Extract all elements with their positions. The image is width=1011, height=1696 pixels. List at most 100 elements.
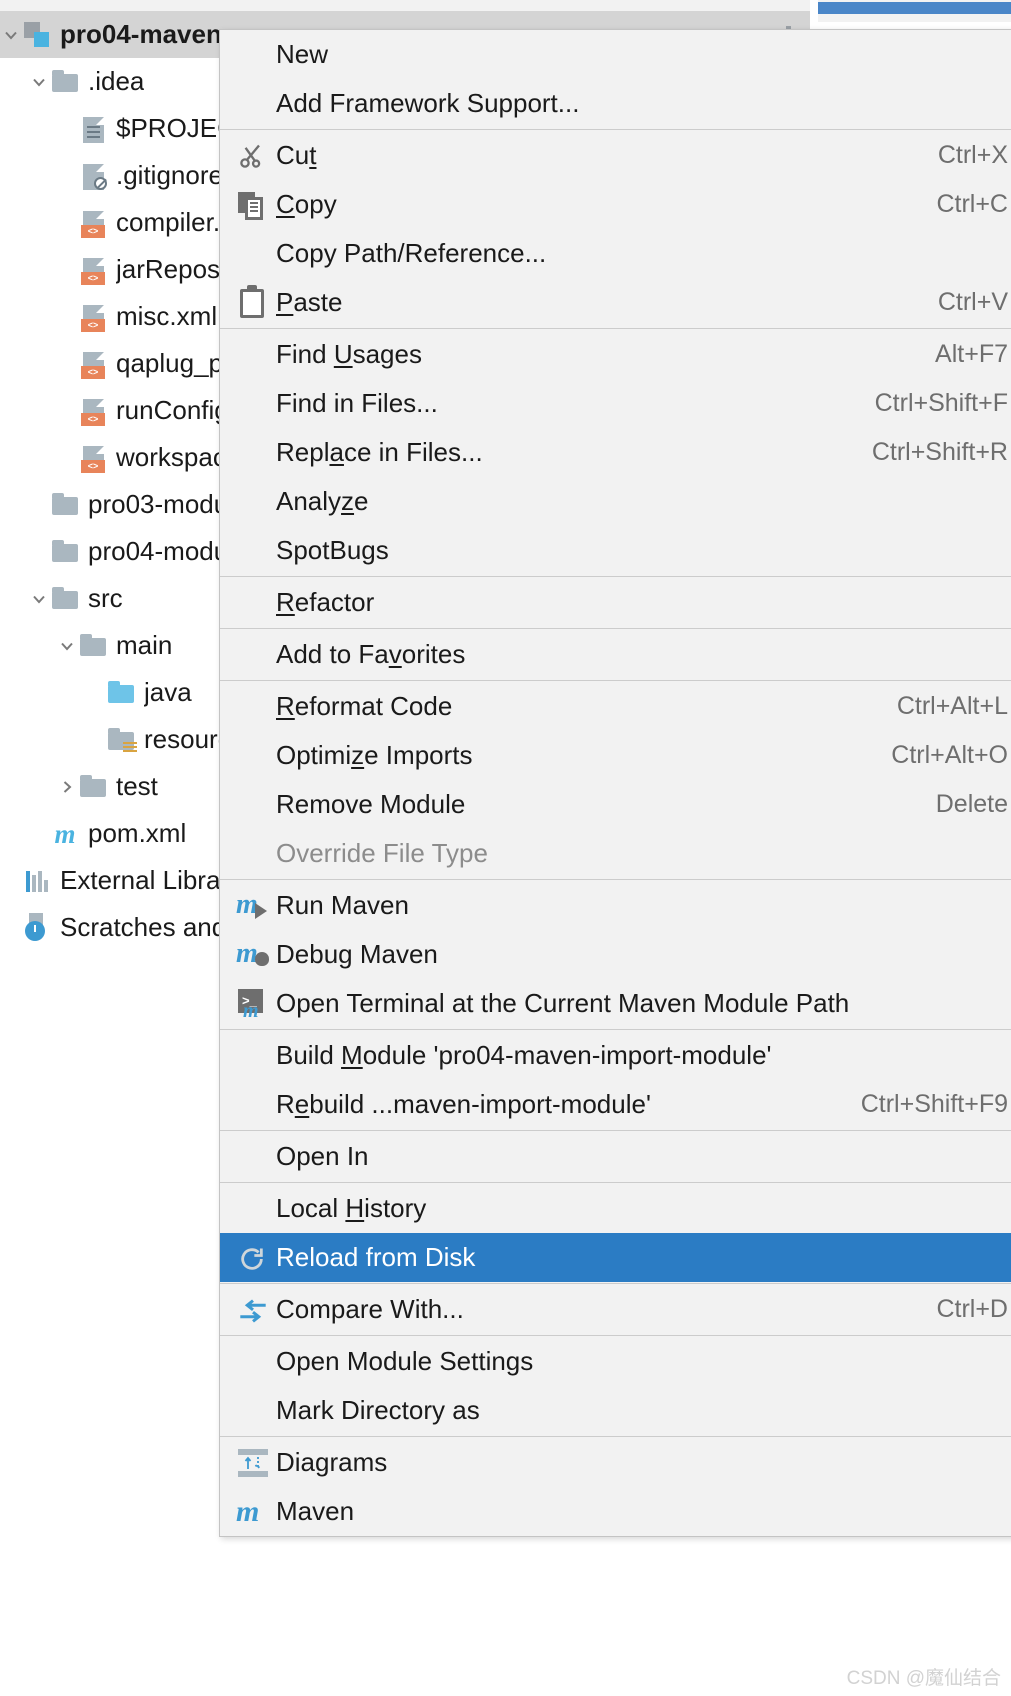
folder-icon	[50, 584, 80, 614]
menu-separator	[220, 1130, 1011, 1131]
tree-row[interactable]: resources	[0, 716, 232, 763]
folder-icon	[50, 537, 80, 567]
menu-icon-empty	[230, 691, 276, 723]
menu-separator	[220, 879, 1011, 880]
run-maven-icon: m	[230, 889, 276, 922]
tree-row[interactable]: src	[0, 575, 232, 622]
xml-file-icon: <>	[78, 255, 108, 285]
menu-item[interactable]: Optimize Imports Ctrl+Alt+O	[220, 731, 1011, 780]
maven-icon: m	[236, 1494, 260, 1528]
menu-item-selected[interactable]: Reload from Disk	[220, 1233, 1011, 1282]
screenshot-root: pro04-maven-import-module .idea $PROJECT_D…	[0, 0, 1011, 1696]
chevron-down-icon[interactable]	[56, 637, 78, 655]
menu-item[interactable]: Find in Files... Ctrl+Shift+F	[220, 379, 1011, 428]
chevron-down-icon[interactable]	[0, 26, 22, 44]
menu-item[interactable]: Add to Favorites	[220, 630, 1011, 679]
folder-icon	[78, 631, 108, 661]
menu-item[interactable]: Reformat Code Ctrl+Alt+L	[220, 682, 1011, 731]
menu-item-label: Maven	[276, 1496, 355, 1526]
paste-icon	[230, 284, 276, 319]
menu-item-label: Run Maven	[276, 890, 409, 920]
source-folder-icon	[106, 678, 136, 708]
tree-row[interactable]: <> misc.xml	[0, 293, 232, 340]
tree-row[interactable]: pro04-module	[0, 528, 232, 575]
menu-item[interactable]: Copy Path/Reference...	[220, 229, 1011, 278]
tree-row[interactable]: test	[0, 763, 232, 810]
tree-row[interactable]: External Libraries	[0, 857, 232, 904]
menu-item[interactable]: Build Module 'pro04-maven-import-module'	[220, 1031, 1011, 1080]
tree-row[interactable]: $PROJECT_DIR$	[0, 105, 232, 152]
menu-item[interactable]: Mark Directory as	[220, 1386, 1011, 1435]
menu-item[interactable]: m Maven	[220, 1487, 1011, 1536]
menu-icon-empty	[230, 639, 276, 671]
xml-file-icon: <>	[78, 443, 108, 473]
menu-item[interactable]: Add Framework Support...	[220, 79, 1011, 128]
menu-item[interactable]: Remove Module Delete	[220, 780, 1011, 829]
menu-item[interactable]: m Run Maven	[220, 881, 1011, 930]
menu-item[interactable]: Replace in Files... Ctrl+Shift+R	[220, 428, 1011, 477]
menu-item[interactable]: m Debug Maven	[220, 930, 1011, 979]
chevron-down-icon[interactable]	[28, 590, 50, 608]
menu-separator	[220, 1436, 1011, 1437]
tree-row[interactable]: java	[0, 669, 232, 716]
menu-item-shortcut: Delete	[935, 790, 1008, 818]
menu-separator	[220, 680, 1011, 681]
tree-item-label: qaplug_profiles.xml	[116, 348, 232, 378]
menu-item-label: Refactor	[276, 587, 375, 617]
tree-item-label: src	[88, 583, 123, 613]
tree-item-label: main	[116, 630, 173, 660]
menu-item[interactable]: >_ m Open Terminal at the Current Maven Mo…	[220, 979, 1011, 1028]
chevron-down-icon[interactable]	[28, 73, 50, 91]
menu-item[interactable]: SpotBugs	[220, 526, 1011, 575]
menu-item-label: Open In	[276, 1141, 369, 1171]
menu-item[interactable]: Find Usages Alt+F7	[220, 330, 1011, 379]
menu-item[interactable]: Analyze	[220, 477, 1011, 526]
menu-item[interactable]: Compare With... Ctrl+D	[220, 1285, 1011, 1334]
tree-row[interactable]: m pom.xml	[0, 810, 232, 857]
menu-item[interactable]: Cut Ctrl+X	[220, 131, 1011, 180]
tree-row[interactable]: .gitignore	[0, 152, 232, 199]
cut-icon	[230, 140, 276, 172]
file-icon	[78, 114, 108, 144]
xml-file-icon: <>	[78, 208, 108, 238]
chevron-right-icon[interactable]	[56, 778, 78, 796]
menu-item[interactable]: Refactor	[220, 578, 1011, 627]
tree-item-label: .gitignore	[116, 160, 223, 190]
menu-item-label: Diagrams	[276, 1447, 388, 1477]
menu-item[interactable]: Local History	[220, 1184, 1011, 1233]
menu-item[interactable]: New	[220, 30, 1011, 79]
tree-row[interactable]: <> qaplug_profiles.xml	[0, 340, 232, 387]
libraries-icon	[22, 866, 52, 896]
tree-row[interactable]: main	[0, 622, 232, 669]
scratches-icon	[22, 912, 52, 943]
tree-item-label: pro04-module	[88, 536, 232, 566]
tree-row[interactable]: <> jarRepositories.xml	[0, 246, 232, 293]
tree-row-selected[interactable]: pro04-maven-import-module	[0, 11, 232, 58]
menu-item-shortcut: Ctrl+X	[937, 141, 1008, 169]
menu-icon-empty	[230, 39, 276, 71]
menu-item[interactable]: Open In	[220, 1132, 1011, 1181]
tree-row[interactable]: <> runConfigurations.xml	[0, 387, 232, 434]
tree-item-label: $PROJECT_DIR$	[116, 113, 232, 143]
menu-item-label: SpotBugs	[276, 535, 389, 565]
tree-row[interactable]: pro03-module	[0, 481, 232, 528]
tree-row[interactable]: <> workspace.xml	[0, 434, 232, 481]
tree-row[interactable]: Scratches and Consoles	[0, 904, 232, 951]
menu-item[interactable]: Diagrams	[220, 1438, 1011, 1487]
menu-item[interactable]: Paste Ctrl+V	[220, 278, 1011, 327]
project-tree[interactable]: pro04-maven-import-module .idea $PROJECT_D…	[0, 11, 232, 1696]
menu-icon-empty	[230, 486, 276, 518]
menu-item[interactable]: Rebuild ...maven-import-module' Ctrl+Shif…	[220, 1080, 1011, 1129]
menu-icon-empty	[230, 1141, 276, 1173]
menu-item[interactable]: Open Module Settings	[220, 1337, 1011, 1386]
context-menu[interactable]: New Add Framework Support... Cut Ctrl+X Copy…	[219, 29, 1011, 1537]
module-icon	[22, 20, 52, 50]
tree-row[interactable]: .idea	[0, 58, 232, 105]
tree-row[interactable]: <> compiler.xml	[0, 199, 232, 246]
tree-item-label: jarRepositories.xml	[116, 254, 232, 284]
folder-icon	[78, 772, 108, 802]
menu-item-label: Copy	[276, 189, 337, 219]
menu-item-label: Analyze	[276, 486, 369, 516]
menu-separator	[220, 1182, 1011, 1183]
menu-item[interactable]: Copy Ctrl+C	[220, 180, 1011, 229]
